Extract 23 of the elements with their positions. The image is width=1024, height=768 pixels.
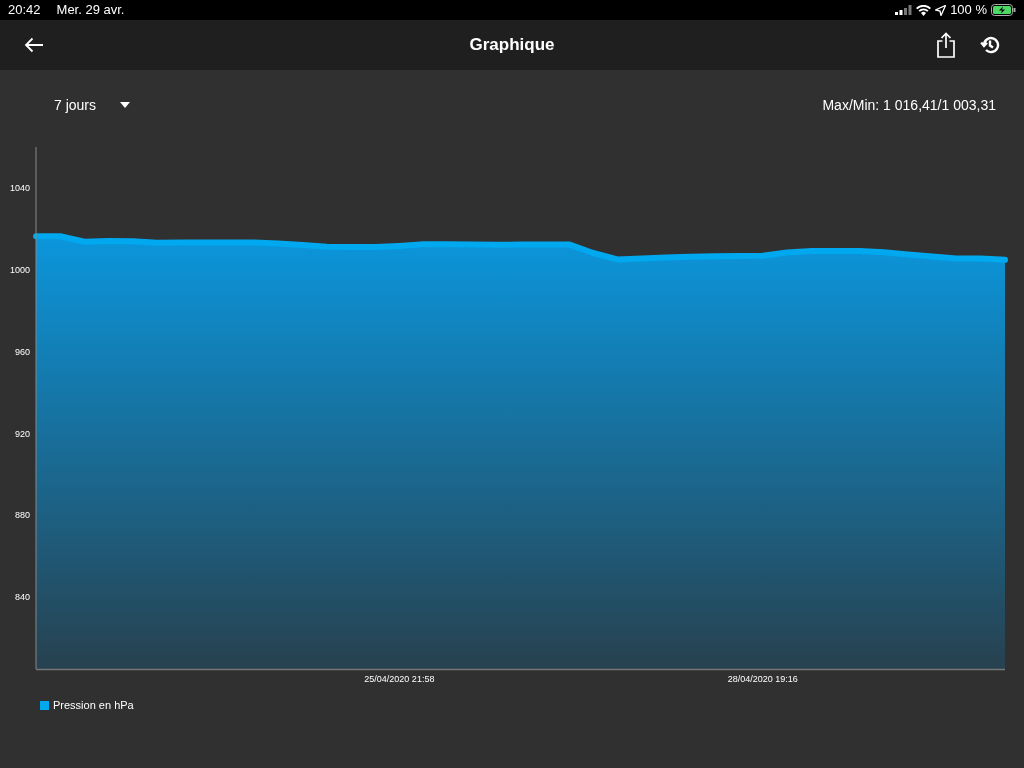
max-min-text: Max/Min: 1 016,41/1 003,31 [822, 95, 996, 115]
y-axis-label: 960 [14, 346, 30, 357]
y-axis-label: 840 [14, 592, 30, 603]
period-dropdown[interactable]: 7 jours [54, 97, 131, 113]
history-button[interactable] [980, 35, 1000, 55]
y-axis-label: 1000 [9, 264, 30, 275]
screen-title: Graphique [469, 34, 555, 57]
share-button[interactable] [936, 32, 956, 58]
signal-icon [895, 5, 913, 15]
status-time: 20:42 [8, 1, 41, 20]
y-axis-label: 880 [14, 510, 30, 521]
x-axis-label: 28/04/2020 19:16 [727, 674, 798, 684]
location-icon [935, 4, 947, 16]
status-date: Mer. 29 avr. [56, 1, 125, 20]
x-axis-label: 25/04/2020 21:58 [364, 674, 435, 684]
legend-label: Pression en hPa [53, 697, 134, 713]
caret-icon [120, 102, 131, 108]
battery-icon [991, 4, 1016, 16]
y-axis-label: 920 [14, 428, 30, 439]
wifi-icon [916, 4, 932, 16]
battery-percentage: 100 % [950, 1, 987, 20]
y-axis-label: 1040 [9, 182, 30, 193]
back-button[interactable] [24, 37, 44, 53]
